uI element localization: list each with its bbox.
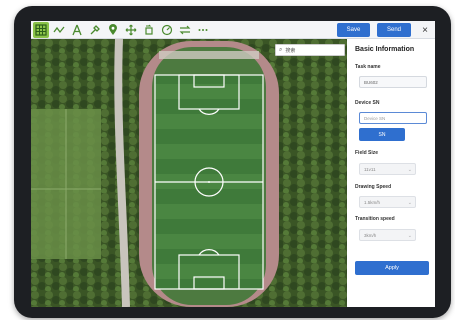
drawing-speed-label: Drawing Speed (355, 184, 392, 190)
device-sn-field[interactable]: Device SN (359, 112, 427, 124)
basic-info-panel: Basic Information Task name BU602 Device… (347, 39, 435, 307)
speed-icon[interactable] (159, 22, 175, 38)
rotate-icon[interactable] (141, 22, 157, 38)
satellite-map[interactable] (31, 39, 347, 307)
drawing-speed-select[interactable]: 1.5km/h ⌄ (359, 196, 416, 208)
search-icon: ⌕ (279, 46, 283, 53)
app-screen: Save Send × ⌕ 搜索 Basic Information Task … (31, 21, 435, 307)
map-search-input[interactable]: ⌕ 搜索 (275, 44, 345, 56)
grid-icon[interactable] (33, 21, 49, 38)
search-placeholder: 搜索 (285, 47, 296, 54)
more-icon[interactable] (195, 22, 211, 38)
location-pin-icon[interactable] (105, 22, 121, 38)
close-icon[interactable]: × (419, 23, 431, 37)
panel-title: Basic Information (355, 46, 415, 53)
transition-speed-label: Transition speed (355, 216, 395, 222)
chevron-down-icon: ⌄ (407, 233, 412, 239)
apply-button[interactable]: Apply (355, 261, 429, 275)
save-button[interactable]: Save (337, 23, 370, 37)
chevron-down-icon: ⌄ (407, 200, 412, 206)
move-icon[interactable] (123, 22, 139, 38)
task-name-label: Task name (355, 64, 381, 70)
transition-speed-select[interactable]: 3km/h ⌄ (359, 229, 416, 241)
task-name-field[interactable]: BU602 (359, 76, 427, 88)
field-size-select[interactable]: 11v11 ⌄ (359, 163, 416, 175)
send-button[interactable]: Send (377, 23, 411, 37)
device-sn-label: Device SN (355, 100, 380, 106)
drawing-speed-value: 1.5km/h (364, 199, 381, 205)
swap-icon[interactable] (177, 22, 193, 38)
field-size-label: Field Size (355, 150, 379, 156)
sn-button[interactable]: SN (359, 128, 405, 141)
field-size-value: 11v11 (364, 166, 376, 172)
polyline-icon[interactable] (51, 22, 67, 38)
transition-speed-value: 3km/h (364, 232, 377, 238)
compass-icon[interactable] (69, 22, 85, 38)
chevron-down-icon: ⌄ (407, 167, 412, 173)
tool-icon[interactable] (87, 22, 103, 38)
toolbar: Save Send × (31, 21, 435, 39)
